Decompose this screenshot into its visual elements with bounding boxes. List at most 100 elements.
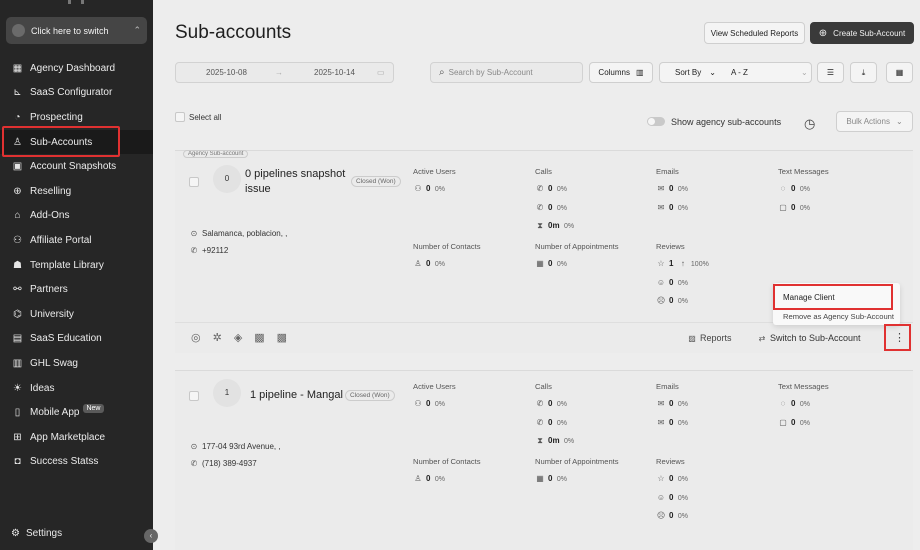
create-sub-account-button[interactable]: ⊕ Create Sub-Account bbox=[810, 22, 914, 44]
sidebar-item-partners[interactable]: ⚯ Partners bbox=[0, 277, 153, 302]
calendar-icon: ▦ bbox=[536, 259, 544, 268]
bulk-actions-button[interactable]: Bulk Actions ⌄ bbox=[836, 111, 913, 132]
date-from: 2025-10-08 bbox=[206, 68, 247, 77]
download-button[interactable]: ⤓ bbox=[850, 62, 877, 83]
metric-percent: 0% bbox=[677, 513, 689, 520]
sidebar-item-label: Mobile App bbox=[30, 407, 80, 419]
chart-icon: ⊾ bbox=[13, 87, 22, 99]
metric-percent: 0% bbox=[556, 205, 568, 212]
sidebar-item-success-statss[interactable]: ◘ Success Statss bbox=[0, 450, 153, 475]
metric-value: 0 bbox=[426, 259, 431, 268]
sidebar-item-ideas[interactable]: ☀ Ideas bbox=[0, 376, 153, 401]
card-checkbox[interactable] bbox=[189, 391, 199, 401]
metric-percent: 0% bbox=[799, 420, 811, 427]
metric-percent: 0% bbox=[434, 476, 446, 483]
remove-agency-menu-item[interactable]: Remove as Agency Sub-Account bbox=[783, 312, 894, 321]
search-input[interactable]: ⌕ Search by Sub-Account bbox=[430, 62, 583, 83]
metric-value: 0 bbox=[791, 418, 796, 427]
emails-label: Emails bbox=[656, 167, 679, 176]
sidebar-item-saas-configurator[interactable]: ⊾ SaaS Configurator bbox=[0, 81, 153, 106]
card-checkbox[interactable] bbox=[189, 177, 199, 187]
prospecting-icon: ◔ bbox=[14, 111, 21, 123]
outgoing-call-icon: ✆ bbox=[536, 203, 544, 212]
highlight-manage-client bbox=[773, 284, 893, 310]
contacts-label: Number of Contacts bbox=[413, 242, 481, 251]
sidebar-item-add-ons[interactable]: ⌂ Add-Ons bbox=[0, 204, 153, 229]
history-icon[interactable]: ◷ bbox=[804, 116, 815, 132]
sort-by-label: Sort By bbox=[675, 68, 702, 77]
date-range-picker[interactable]: 2025-10-08 → 2025-10-14 ▭ bbox=[175, 62, 394, 83]
sidebar-item-affiliate-portal[interactable]: ⚇ Affiliate Portal bbox=[0, 228, 153, 253]
frown-icon: ☹ bbox=[656, 511, 666, 520]
incoming-call-icon: ✆ bbox=[536, 184, 544, 193]
affiliate-icon: ⚇ bbox=[13, 234, 22, 246]
users-icon: ⚇ bbox=[414, 184, 422, 193]
metric-percent: 0% bbox=[564, 438, 575, 445]
stats-icon: ◘ bbox=[14, 456, 21, 468]
metric-percent: 100% bbox=[690, 261, 709, 268]
sidebar-item-account-snapshots[interactable]: ▣ Account Snapshots bbox=[0, 154, 153, 179]
show-agency-toggle[interactable] bbox=[647, 117, 665, 126]
sidebar-item-label: Account Snapshots bbox=[30, 161, 117, 173]
sidebar-nav: ▦ Agency Dashboard ⊾ SaaS Configurator ◔ Pros… bbox=[0, 56, 153, 474]
metric-value: 0 bbox=[426, 184, 431, 193]
sidebar-item-agency-dashboard[interactable]: ▦ Agency Dashboard bbox=[0, 56, 153, 81]
sub-account-name-line2[interactable]: issue bbox=[245, 183, 271, 195]
swag-icon: ▥ bbox=[12, 357, 23, 369]
sub-account-name[interactable]: 0 pipelines snapshot bbox=[245, 168, 345, 180]
sidebar-item-university[interactable]: ⌬ University bbox=[0, 302, 153, 327]
columns-label: Columns bbox=[598, 68, 630, 77]
sidebar-item-saas-education[interactable]: ▤ SaaS Education bbox=[0, 327, 153, 352]
filter-button[interactable]: ☰ bbox=[817, 62, 844, 83]
metric-percent: 0% bbox=[799, 186, 811, 193]
select-all-checkbox[interactable] bbox=[175, 112, 185, 122]
date-to: 2025-10-14 bbox=[314, 68, 355, 77]
sidebar-item-label: Reselling bbox=[30, 185, 72, 197]
chevron-updown-icon: ⌃ bbox=[133, 25, 141, 35]
sidebar-item-ghl-swag[interactable]: ▥ GHL Swag bbox=[0, 351, 153, 376]
metric-value: 0 bbox=[669, 418, 674, 427]
chart-line-icon: ▨ bbox=[688, 334, 696, 343]
metric-value: 0 bbox=[426, 399, 431, 408]
switch-icon: ⇄ bbox=[758, 334, 766, 343]
contacts-label: Number of Contacts bbox=[413, 457, 481, 466]
metric-percent: 0% bbox=[556, 261, 568, 268]
calendar-button[interactable]: ▦ bbox=[886, 62, 913, 83]
sidebar-item-settings[interactable]: ⚙ Settings bbox=[11, 528, 62, 539]
metric-percent: 0% bbox=[677, 401, 689, 408]
view-scheduled-reports-button[interactable]: View Scheduled Reports bbox=[704, 22, 805, 44]
search-icon: ⌕ bbox=[439, 67, 445, 78]
sidebar-item-template-library[interactable]: ☗ Template Library bbox=[0, 253, 153, 278]
calendar-icon: ▭ bbox=[377, 68, 385, 77]
metric-value: 0 bbox=[548, 184, 553, 193]
metric-value: 1 bbox=[669, 259, 674, 268]
switch-to-sub-account-button[interactable]: ⇄ Switch to Sub-Account bbox=[757, 333, 861, 343]
message-square-icon: ▢ bbox=[779, 203, 787, 212]
phone-icon: ✆ bbox=[190, 246, 198, 255]
map-pin-icon: ⊙ bbox=[190, 229, 198, 238]
account-switcher[interactable]: Click here to switch ⌃ bbox=[6, 17, 147, 44]
appointments-label: Number of Appointments bbox=[535, 242, 619, 251]
sidebar-item-mobile-app[interactable]: ▯ Mobile App New bbox=[0, 400, 153, 425]
active-users-label: Active Users bbox=[413, 167, 456, 176]
create-sub-account-label: Create Sub-Account bbox=[833, 28, 906, 38]
sort-by-select[interactable]: Sort By ⌄ A - Z ⌄ bbox=[659, 62, 812, 83]
mobile-icon: ▯ bbox=[14, 407, 21, 419]
sort-value: A - Z bbox=[731, 68, 748, 77]
user-icon: ♙ bbox=[414, 259, 422, 268]
sidebar-item-app-marketplace[interactable]: ⊞ App Marketplace bbox=[0, 425, 153, 450]
columns-button[interactable]: Columns ▥ bbox=[589, 62, 653, 83]
metric-value: 0 bbox=[669, 511, 674, 520]
calls-label: Calls bbox=[535, 167, 552, 176]
sub-account-name[interactable]: 1 pipeline - Mangal bbox=[250, 389, 343, 401]
sidebar-item-reselling[interactable]: ⊕ Reselling bbox=[0, 179, 153, 204]
metric-value: 0 bbox=[669, 474, 674, 483]
emails-label: Emails bbox=[656, 382, 679, 391]
metric-percent: 0% bbox=[434, 401, 446, 408]
outgoing-call-icon: ✆ bbox=[536, 418, 544, 427]
logo bbox=[68, 0, 84, 4]
gear-icon: ⚙ bbox=[11, 528, 20, 539]
user-icon: ♙ bbox=[414, 474, 422, 483]
arrow-right-icon: → bbox=[275, 68, 283, 77]
reports-button[interactable]: ▨ Reports bbox=[687, 333, 731, 343]
